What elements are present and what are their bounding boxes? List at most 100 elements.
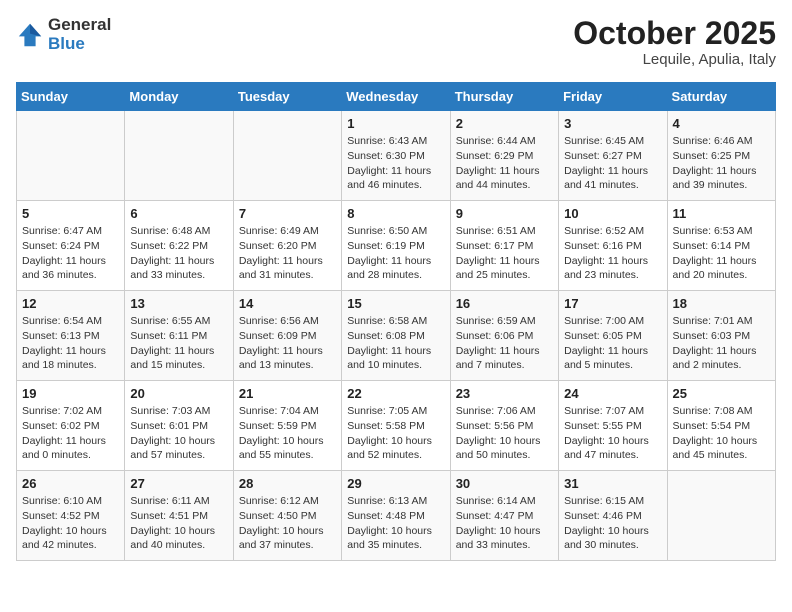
calendar-day-cell: 5Sunrise: 6:47 AMSunset: 6:24 PMDaylight… — [17, 201, 125, 291]
weekday-header: Friday — [559, 83, 667, 111]
calendar-day-cell: 14 Sunrise: 6:56 AMSunset: 6:09 PMDayligh… — [233, 291, 341, 381]
calendar-day-cell: 22Sunrise: 7:05 AMSunset: 5:58 PMDayligh… — [342, 381, 450, 471]
header: General Blue October 2025 Lequile, Apuli… — [16, 16, 776, 68]
calendar-day-cell: 6 Sunrise: 6:48 AMSunset: 6:22 PMDaylight… — [125, 201, 233, 291]
day-info: Sunrise: 6:14 AMSunset: 4:47 PMDaylight:… — [456, 494, 553, 553]
calendar-day-cell — [667, 471, 775, 561]
calendar-day-cell: 25Sunrise: 7:08 AMSunset: 5:54 PMDayligh… — [667, 381, 775, 471]
calendar-week-row: 19 Sunrise: 7:02 AMSunset: 6:02 PMDayligh… — [17, 381, 776, 471]
day-info: Sunrise: 7:04 AMSunset: 5:59 PMDaylight:… — [239, 404, 336, 463]
logo: General Blue — [16, 16, 111, 53]
day-info: Sunrise: 6:49 AMSunset: 6:20 PMDaylight:… — [239, 224, 336, 283]
calendar-day-cell: 8 Sunrise: 6:50 AMSunset: 6:19 PMDaylight… — [342, 201, 450, 291]
day-info: Sunrise: 6:53 AMSunset: 6:14 PMDaylight:… — [673, 224, 770, 283]
day-info: Sunrise: 7:00 AMSunset: 6:05 PMDaylight:… — [564, 314, 661, 373]
day-number: 17 — [564, 296, 661, 311]
day-number: 14 — [239, 296, 336, 311]
day-number: 27 — [130, 476, 227, 491]
calendar-day-cell: 21 Sunrise: 7:04 AMSunset: 5:59 PMDayligh… — [233, 381, 341, 471]
day-info: Sunrise: 6:51 AMSunset: 6:17 PMDaylight:… — [456, 224, 553, 283]
calendar-day-cell: 17 Sunrise: 7:00 AMSunset: 6:05 PMDayligh… — [559, 291, 667, 381]
day-info: Sunrise: 7:03 AMSunset: 6:01 PMDaylight:… — [130, 404, 227, 463]
day-info: Sunrise: 6:43 AMSunset: 6:30 PMDaylight:… — [347, 134, 444, 193]
calendar-day-cell: 4Sunrise: 6:46 AMSunset: 6:25 PMDaylight… — [667, 111, 775, 201]
calendar-day-cell — [17, 111, 125, 201]
day-info: Sunrise: 6:59 AMSunset: 6:06 PMDaylight:… — [456, 314, 553, 373]
calendar-day-cell: 24 Sunrise: 7:07 AMSunset: 5:55 PMDayligh… — [559, 381, 667, 471]
day-number: 13 — [130, 296, 227, 311]
day-number: 29 — [347, 476, 444, 491]
day-info: Sunrise: 6:54 AMSunset: 6:13 PMDaylight:… — [22, 314, 119, 373]
day-number: 26 — [22, 476, 119, 491]
weekday-header-row: SundayMondayTuesdayWednesdayThursdayFrid… — [17, 83, 776, 111]
calendar-day-cell: 18Sunrise: 7:01 AMSunset: 6:03 PMDayligh… — [667, 291, 775, 381]
weekday-header: Wednesday — [342, 83, 450, 111]
day-number: 22 — [347, 386, 444, 401]
day-info: Sunrise: 7:02 AMSunset: 6:02 PMDaylight:… — [22, 404, 119, 463]
calendar-day-cell: 26Sunrise: 6:10 AMSunset: 4:52 PMDayligh… — [17, 471, 125, 561]
calendar-day-cell — [125, 111, 233, 201]
logo-general: General — [48, 16, 111, 35]
day-number: 4 — [673, 116, 770, 131]
calendar-day-cell: 2Sunrise: 6:44 AMSunset: 6:29 PMDaylight… — [450, 111, 558, 201]
page-container: General Blue October 2025 Lequile, Apuli… — [0, 0, 792, 571]
weekday-header: Saturday — [667, 83, 775, 111]
day-number: 6 — [130, 206, 227, 221]
month-title: October 2025 — [573, 16, 776, 51]
day-info: Sunrise: 6:56 AMSunset: 6:09 PMDaylight:… — [239, 314, 336, 373]
weekday-header: Monday — [125, 83, 233, 111]
day-number: 19 — [22, 386, 119, 401]
day-number: 3 — [564, 116, 661, 131]
weekday-header: Thursday — [450, 83, 558, 111]
logo-icon — [16, 21, 44, 49]
calendar-day-cell: 7 Sunrise: 6:49 AMSunset: 6:20 PMDaylight… — [233, 201, 341, 291]
logo-blue: Blue — [48, 35, 111, 54]
calendar-day-cell: 12 Sunrise: 6:54 AMSunset: 6:13 PMDayligh… — [17, 291, 125, 381]
calendar-day-cell: 10 Sunrise: 6:52 AMSunset: 6:16 PMDayligh… — [559, 201, 667, 291]
day-number: 25 — [673, 386, 770, 401]
day-info: Sunrise: 6:44 AMSunset: 6:29 PMDaylight:… — [456, 134, 553, 193]
weekday-header: Sunday — [17, 83, 125, 111]
calendar-day-cell: 11Sunrise: 6:53 AMSunset: 6:14 PMDayligh… — [667, 201, 775, 291]
calendar-day-cell: 19 Sunrise: 7:02 AMSunset: 6:02 PMDayligh… — [17, 381, 125, 471]
calendar-day-cell: 28Sunrise: 6:12 AMSunset: 4:50 PMDayligh… — [233, 471, 341, 561]
day-number: 16 — [456, 296, 553, 311]
day-info: Sunrise: 6:45 AMSunset: 6:27 PMDaylight:… — [564, 134, 661, 193]
weekday-header: Tuesday — [233, 83, 341, 111]
day-number: 31 — [564, 476, 661, 491]
calendar-day-cell: 20 Sunrise: 7:03 AMSunset: 6:01 PMDayligh… — [125, 381, 233, 471]
title-block: October 2025 Lequile, Apulia, Italy — [573, 16, 776, 68]
day-info: Sunrise: 6:48 AMSunset: 6:22 PMDaylight:… — [130, 224, 227, 283]
day-number: 12 — [22, 296, 119, 311]
calendar-day-cell — [233, 111, 341, 201]
day-info: Sunrise: 7:01 AMSunset: 6:03 PMDaylight:… — [673, 314, 770, 373]
day-number: 9 — [456, 206, 553, 221]
day-info: Sunrise: 6:52 AMSunset: 6:16 PMDaylight:… — [564, 224, 661, 283]
calendar-table: SundayMondayTuesdayWednesdayThursdayFrid… — [16, 82, 776, 561]
day-info: Sunrise: 6:13 AMSunset: 4:48 PMDaylight:… — [347, 494, 444, 553]
calendar-day-cell: 9 Sunrise: 6:51 AMSunset: 6:17 PMDaylight… — [450, 201, 558, 291]
day-info: Sunrise: 7:07 AMSunset: 5:55 PMDaylight:… — [564, 404, 661, 463]
day-number: 24 — [564, 386, 661, 401]
location: Lequile, Apulia, Italy — [573, 51, 776, 68]
day-info: Sunrise: 6:58 AMSunset: 6:08 PMDaylight:… — [347, 314, 444, 373]
calendar-day-cell: 30Sunrise: 6:14 AMSunset: 4:47 PMDayligh… — [450, 471, 558, 561]
calendar-week-row: 26Sunrise: 6:10 AMSunset: 4:52 PMDayligh… — [17, 471, 776, 561]
calendar-week-row: 12 Sunrise: 6:54 AMSunset: 6:13 PMDayligh… — [17, 291, 776, 381]
day-number: 20 — [130, 386, 227, 401]
day-number: 1 — [347, 116, 444, 131]
day-info: Sunrise: 6:55 AMSunset: 6:11 PMDaylight:… — [130, 314, 227, 373]
calendar-day-cell: 29 Sunrise: 6:13 AMSunset: 4:48 PMDayligh… — [342, 471, 450, 561]
day-number: 10 — [564, 206, 661, 221]
calendar-body: 1 Sunrise: 6:43 AMSunset: 6:30 PMDaylight… — [17, 111, 776, 561]
calendar-week-row: 1 Sunrise: 6:43 AMSunset: 6:30 PMDaylight… — [17, 111, 776, 201]
calendar-day-cell: 27Sunrise: 6:11 AMSunset: 4:51 PMDayligh… — [125, 471, 233, 561]
calendar-day-cell: 1 Sunrise: 6:43 AMSunset: 6:30 PMDaylight… — [342, 111, 450, 201]
day-info: Sunrise: 6:15 AMSunset: 4:46 PMDaylight:… — [564, 494, 661, 553]
day-number: 21 — [239, 386, 336, 401]
day-info: Sunrise: 7:06 AMSunset: 5:56 PMDaylight:… — [456, 404, 553, 463]
day-info: Sunrise: 6:50 AMSunset: 6:19 PMDaylight:… — [347, 224, 444, 283]
day-number: 8 — [347, 206, 444, 221]
calendar-week-row: 5Sunrise: 6:47 AMSunset: 6:24 PMDaylight… — [17, 201, 776, 291]
day-number: 7 — [239, 206, 336, 221]
